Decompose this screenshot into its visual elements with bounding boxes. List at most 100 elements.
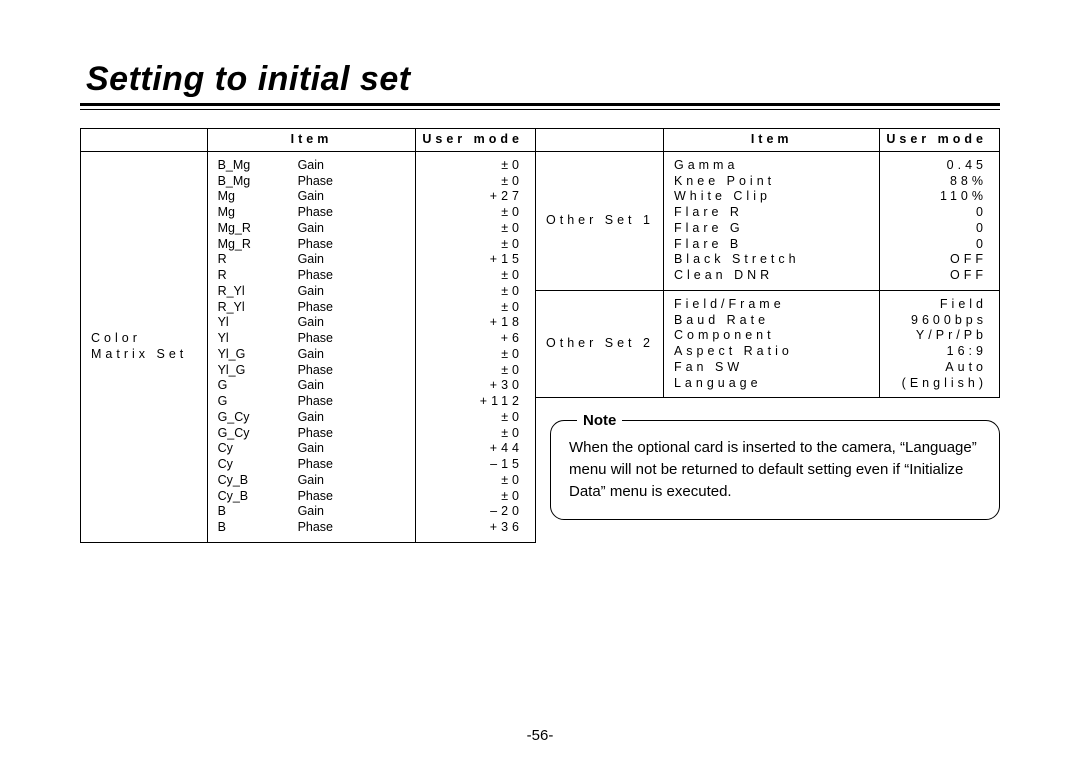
item-row: R_YlPhase — [218, 300, 406, 316]
item-row: Black Stretch — [674, 252, 869, 268]
item-row: R_YlGain — [218, 284, 406, 300]
table-row: ColorMatrix Set B_MgGainB_MgPhaseMgGainM… — [81, 151, 536, 542]
item-key: B_Mg — [218, 158, 298, 174]
item-sub: Phase — [298, 331, 333, 347]
vals-cell: ±0±0+27±0±0±0+15±0±0±0+18+6±0±0+30+112±0… — [416, 151, 536, 542]
item-value: ±0 — [426, 268, 523, 284]
item-sub: Gain — [298, 504, 324, 520]
item-sub: Phase — [298, 394, 333, 410]
title-rule — [80, 103, 1000, 110]
item-row: Baud Rate — [674, 313, 869, 329]
item-sub: Gain — [298, 473, 324, 489]
item-row: RGain — [218, 252, 406, 268]
item-row: Clean DNR — [674, 268, 869, 284]
item-value: +6 — [426, 331, 523, 347]
item-row: Yl_GPhase — [218, 363, 406, 379]
item-row: G_CyPhase — [218, 426, 406, 442]
item-key: R_Yl — [218, 284, 298, 300]
items-cell: GammaKnee PointWhite ClipFlare RFlare GF… — [663, 151, 879, 290]
right-table: Item User mode Other Set 1 GammaKnee Poi… — [535, 128, 1000, 398]
item-key: Cy_B — [218, 473, 298, 489]
item-sub: Phase — [298, 268, 333, 284]
item-row: Knee Point — [674, 174, 869, 190]
item-value: –20 — [426, 504, 523, 520]
vals-cell: 0.4588%110%000OFFOFF — [880, 151, 1000, 290]
item-key: G_Cy — [218, 410, 298, 426]
table-row: Other Set 2 Field/FrameBaud RateComponen… — [536, 290, 1000, 398]
item-key: Mg_R — [218, 221, 298, 237]
item-sub: Phase — [298, 174, 333, 190]
item-key: G — [218, 394, 298, 410]
item-value: 110% — [890, 189, 987, 205]
item-sub: Gain — [298, 158, 324, 174]
item-value: +36 — [426, 520, 523, 536]
item-row: Aspect Ratio — [674, 344, 869, 360]
item-row: G_CyGain — [218, 410, 406, 426]
item-row: Flare B — [674, 237, 869, 253]
item-row: MgGain — [218, 189, 406, 205]
item-row: MgPhase — [218, 205, 406, 221]
item-value: Field — [890, 297, 987, 313]
item-key: Cy — [218, 441, 298, 457]
item-value: ±0 — [426, 205, 523, 221]
item-row: Yl_GGain — [218, 347, 406, 363]
table-header-row: Item User mode — [536, 129, 1000, 152]
table-row: Other Set 1 GammaKnee PointWhite ClipFla… — [536, 151, 1000, 290]
item-value: +15 — [426, 252, 523, 268]
item-key: G_Cy — [218, 426, 298, 442]
item-row: CyPhase — [218, 457, 406, 473]
item-value: +18 — [426, 315, 523, 331]
item-row: Component — [674, 328, 869, 344]
item-value: ±0 — [426, 300, 523, 316]
items-cell: B_MgGainB_MgPhaseMgGainMgPhaseMg_RGainMg… — [207, 151, 416, 542]
item-value: 88% — [890, 174, 987, 190]
header-user-mode: User mode — [416, 129, 536, 152]
item-key: R — [218, 268, 298, 284]
note-box: Note When the optional card is inserted … — [550, 420, 1000, 519]
item-row: B_MgGain — [218, 158, 406, 174]
table-header-row: Item User mode — [81, 129, 536, 152]
item-value: +30 — [426, 378, 523, 394]
group-cell: Other Set 2 — [536, 290, 664, 398]
item-value: +44 — [426, 441, 523, 457]
item-value: +27 — [426, 189, 523, 205]
group-label: Other Set 1 — [546, 213, 655, 229]
item-value: ±0 — [426, 284, 523, 300]
item-sub: Gain — [298, 284, 324, 300]
item-value: 0.45 — [890, 158, 987, 174]
item-value: Auto — [890, 360, 987, 376]
item-row: GGain — [218, 378, 406, 394]
item-row: Cy_BGain — [218, 473, 406, 489]
item-row: Flare G — [674, 221, 869, 237]
item-value: +112 — [426, 394, 523, 410]
item-key: Cy — [218, 457, 298, 473]
item-value: OFF — [890, 252, 987, 268]
page-title: Setting to initial set — [80, 60, 1000, 99]
header-item: Item — [207, 129, 416, 152]
item-value: ±0 — [426, 473, 523, 489]
item-key: Mg_R — [218, 237, 298, 253]
item-value: ±0 — [426, 426, 523, 442]
header-blank — [536, 129, 664, 152]
item-key: Yl — [218, 315, 298, 331]
item-sub: Gain — [298, 410, 324, 426]
note-label: Note — [577, 410, 622, 432]
header-user-mode: User mode — [880, 129, 1000, 152]
item-sub: Gain — [298, 441, 324, 457]
item-value: OFF — [890, 268, 987, 284]
item-sub: Gain — [298, 252, 324, 268]
item-sub: Phase — [298, 489, 333, 505]
item-row: BGain — [218, 504, 406, 520]
item-value: 0 — [890, 205, 987, 221]
item-row: BPhase — [218, 520, 406, 536]
item-row: White Clip — [674, 189, 869, 205]
item-value: Y/Pr/Pb — [890, 328, 987, 344]
item-value: ±0 — [426, 158, 523, 174]
item-key: Cy_B — [218, 489, 298, 505]
item-sub: Phase — [298, 237, 333, 253]
item-sub: Phase — [298, 300, 333, 316]
item-key: B_Mg — [218, 174, 298, 190]
item-key: B — [218, 520, 298, 536]
item-sub: Phase — [298, 457, 333, 473]
page: Setting to initial set Item User mode Co… — [0, 0, 1080, 762]
